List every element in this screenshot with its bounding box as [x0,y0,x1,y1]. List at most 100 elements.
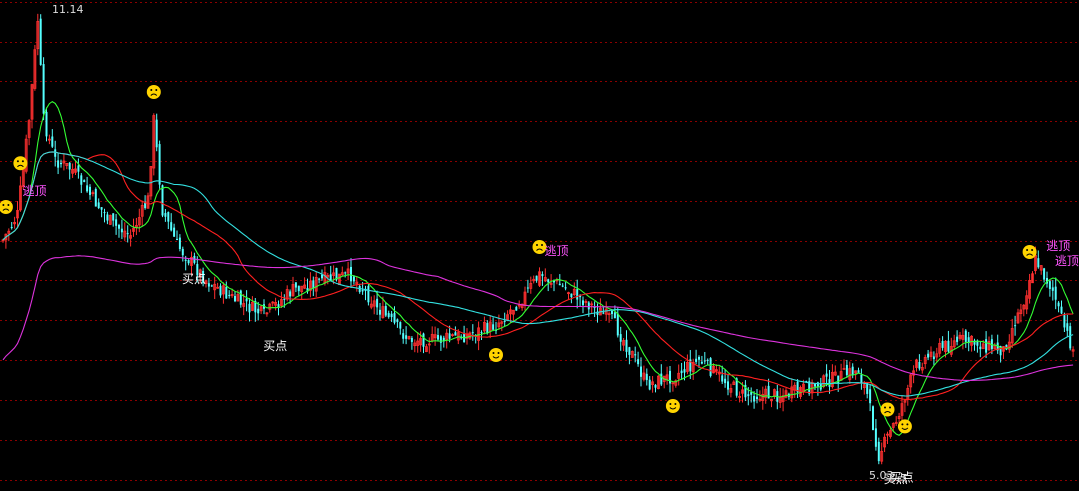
candle-body-156 [454,332,457,336]
candle-body-321 [932,356,935,360]
candle-body-17 [51,136,54,147]
candle-body-154 [448,333,451,339]
candle-body-102 [297,285,300,292]
face-eye-right-4 [497,352,500,354]
candle-body-192 [558,283,561,286]
candle-body-288 [837,375,840,384]
candle-body-139 [405,335,408,339]
candle-body-367 [1066,323,1069,331]
face-eye-right-1 [21,160,24,163]
high-price-label: 11.14 [52,3,84,16]
face-circle-7 [897,419,912,434]
moving-average-line-2 [2,151,1074,397]
sad-face-icon-6 [880,402,895,417]
candle-body-366 [1063,315,1066,328]
candle-body-55 [161,185,164,216]
moving-average-line-0 [2,100,1074,436]
sad-face-icon-1 [13,156,28,171]
candle-body-234 [680,370,683,374]
candle-body-110 [321,274,323,279]
candle-body-97 [283,298,286,300]
sad-face-icon-2 [146,85,161,99]
candle-body-298 [866,383,869,394]
candle-body-225 [654,384,657,388]
candle-body-188 [547,279,550,283]
candle-body-15 [45,111,48,137]
candle-body-77 [225,286,228,299]
candle-body-319 [927,353,930,358]
candle-body-28 [83,180,86,183]
candle-body-216 [628,347,631,355]
candle-body-43 [126,233,129,235]
candlesticks [1,13,1075,465]
face-eye-left-6 [884,406,886,409]
candle-body-258 [750,392,753,395]
candle-body-118 [344,272,347,274]
candle-body-242 [703,360,706,362]
candle-body-324 [941,341,944,348]
buy-label-4: 买点 [182,272,206,286]
candle-body-130 [379,309,381,315]
candle-body-194 [564,287,567,289]
candle-body-39 [115,219,118,226]
candle-body-134 [390,313,393,318]
face-eye-right-6 [889,406,891,409]
candle-body-291 [845,364,848,376]
sad-face-icon-0 [0,200,13,214]
candle-body-337 [979,346,982,350]
candle-body-53 [155,119,158,148]
face-eye-left-3 [536,244,538,246]
candle-body-129 [376,298,379,308]
candle-body-27 [80,175,83,185]
candle-body-85 [248,303,251,313]
face-eye-right-7 [906,423,909,426]
candle-body-220 [640,366,642,377]
candle-body-359 [1043,268,1046,280]
candle-body-244 [709,358,712,376]
face-circle-2 [146,85,161,99]
face-eye-right-5 [674,403,677,405]
candle-body-186 [541,274,544,277]
candle-body-363 [1054,286,1057,300]
candle-body-241 [700,361,703,364]
candle-body-301 [874,428,877,447]
face-circle-8 [1022,245,1037,259]
candle-body-20 [60,162,62,165]
candle-body-316 [918,361,921,369]
escape-top-label-0: 逃顶 [23,184,47,198]
candle-body-3 [10,227,13,229]
candle-body-239 [695,358,698,362]
candle-body-257 [747,394,750,397]
candle-body-18 [54,149,57,157]
escape-top-label-2: 逃顶 [1046,239,1070,253]
candle-body-14 [42,64,45,114]
face-eye-left-4 [492,352,495,354]
candle-body-223 [648,379,651,390]
candle-body-362 [1051,287,1054,291]
candle-body-26 [77,165,80,172]
candle-body-109 [318,278,321,280]
candle-body-184 [535,275,538,281]
candle-body-284 [825,373,828,377]
face-circle-5 [665,399,680,413]
candle-body-124 [361,290,364,292]
candle-body-64 [187,260,190,264]
candle-body-299 [869,389,872,404]
candle-body-136 [396,319,399,322]
face-eye-left-8 [1026,249,1029,251]
candle-body-326 [947,340,950,352]
face-circle-0 [0,200,13,214]
face-eye-left-2 [150,89,153,91]
escape-top-label-3: 逃顶 [1055,254,1079,268]
stock-chart: 逃顶逃顶 逃顶逃顶买点买点买点买点 11.14 5.03 [0,0,1079,491]
candle-body-84 [245,298,248,302]
candle-body-151 [439,336,442,343]
candle-body-56 [164,213,167,217]
candle-body-120 [350,266,352,282]
candle-body-32 [94,189,97,207]
escape-top-label-1: 逃顶 [545,244,569,258]
candle-body-302 [877,441,880,462]
face-eye-right-3 [541,244,543,246]
candle-body-361 [1048,281,1051,289]
happy-face-icon-4 [489,348,503,362]
